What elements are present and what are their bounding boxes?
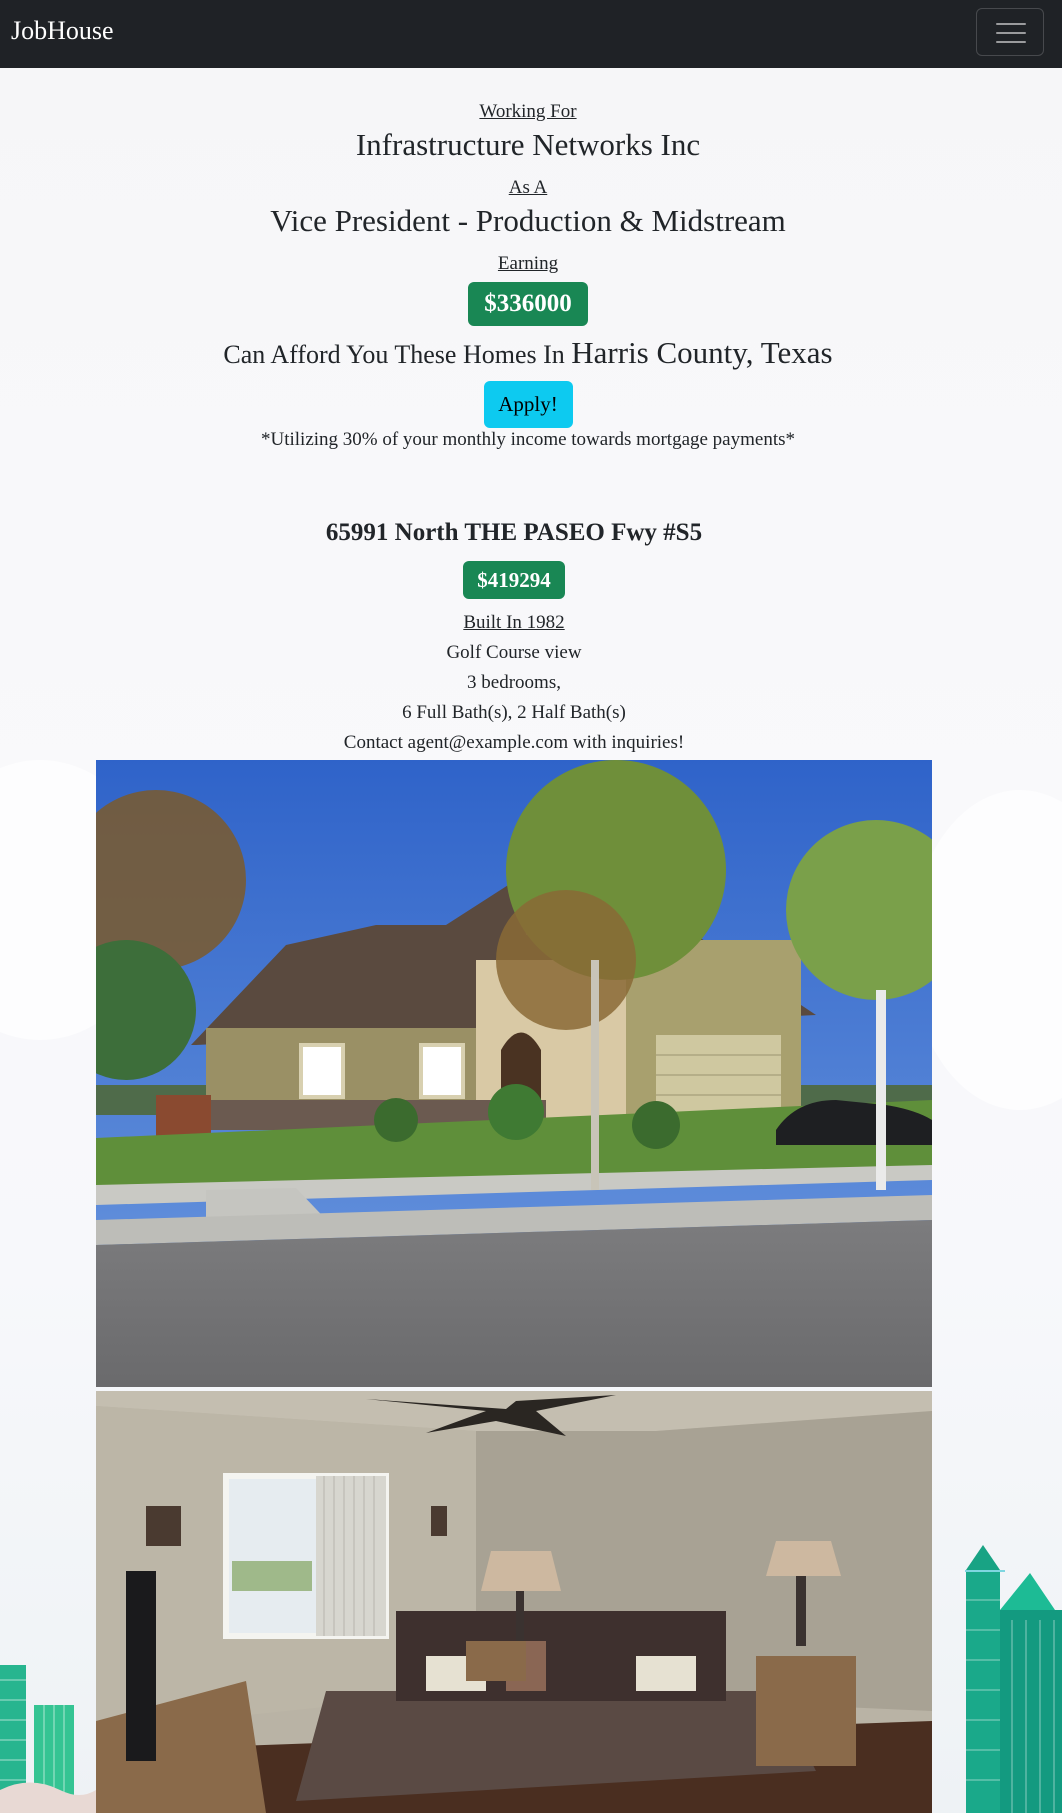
location-name: Harris County, Texas [571, 335, 833, 370]
listing-price-badge: $419294 [463, 561, 565, 599]
hamburger-menu-icon [996, 23, 1026, 25]
company-name: Infrastructure Networks Inc [355, 127, 701, 162]
afford-text: Can Afford You These Homes In [223, 340, 565, 369]
listing-address: 65991 North THE PASEO Fwy #S5 [325, 519, 703, 546]
view-type: Golf Course view [446, 642, 582, 663]
hamburger-line [996, 41, 1026, 43]
navbar: JobHouse [0, 0, 1062, 68]
bedroom-photo [96, 1391, 932, 1813]
navbar-toggle-button[interactable] [976, 8, 1044, 56]
contact-info: Contact agent@example.com with inquiries… [343, 732, 685, 753]
bathroom-count: 6 Full Bath(s), 2 Half Bath(s) [402, 702, 626, 723]
apply-button[interactable]: Apply! [483, 381, 573, 428]
house-exterior-photo [96, 760, 932, 1387]
salary-badge: $336000 [468, 282, 588, 326]
bedroom-count: 3 bedrooms, [467, 672, 561, 693]
job-title: Vice President - Production & Midstream [270, 203, 786, 238]
built-year: Built In 1982 [463, 612, 565, 633]
working-for-label: Working For [479, 101, 577, 122]
earning-label: Earning [497, 253, 559, 274]
afford-heading: Can Afford You These Homes In Harris Cou… [223, 335, 832, 370]
hamburger-line [996, 32, 1026, 34]
brand-logo-link[interactable]: JobHouse [11, 16, 114, 46]
mortgage-note: *Utilizing 30% of your monthly income to… [260, 429, 795, 450]
as-a-label: As A [508, 177, 548, 198]
